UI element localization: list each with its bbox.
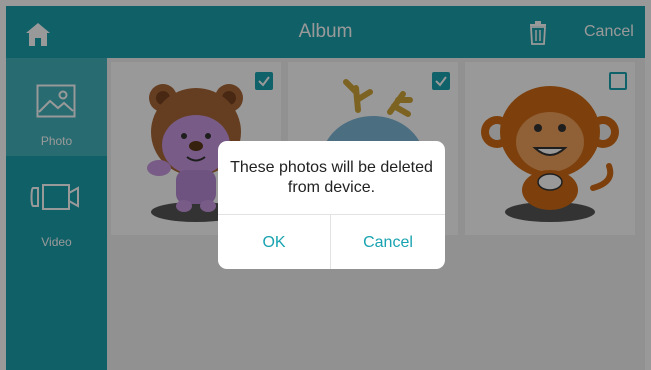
- delete-confirmation-dialog: These photos will be deleted from device…: [218, 141, 445, 269]
- dialog-cancel-button[interactable]: Cancel: [331, 215, 445, 269]
- dialog-buttons: OK Cancel: [218, 214, 445, 269]
- ok-button[interactable]: OK: [218, 215, 330, 269]
- dialog-message: These photos will be deleted from device…: [230, 158, 433, 196]
